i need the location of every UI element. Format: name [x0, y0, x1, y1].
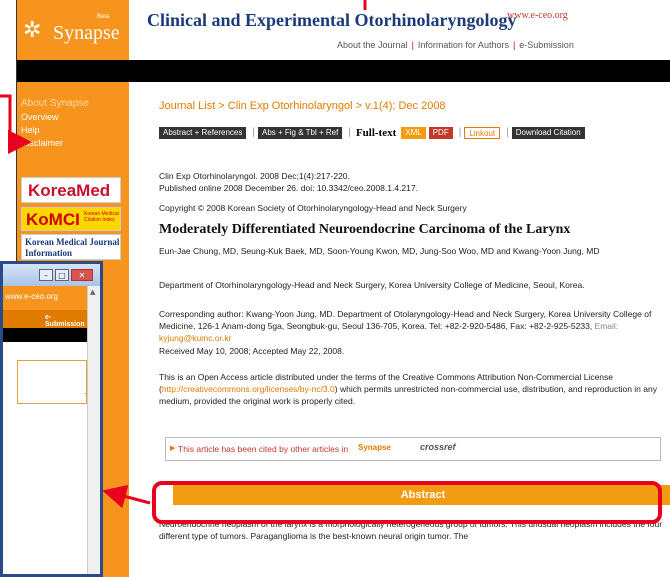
nav-separator: | — [512, 40, 516, 50]
scroll-up-icon[interactable]: ▲ — [90, 288, 95, 296]
journal-title[interactable]: Clinical and Experimental Otorhinolaryng… — [147, 10, 517, 31]
corresponding-author: Corresponding author: Kwang-Yoon Jung, M… — [159, 308, 670, 344]
arrow-right-icon: ▶ — [170, 445, 176, 452]
popup-content-box: . — [17, 360, 87, 404]
popup-body: www.e-ceo.org e-Submission . — [3, 286, 87, 574]
popup-black-bar — [3, 328, 87, 342]
linkout-button[interactable]: Linkout — [464, 126, 501, 139]
popup-url[interactable]: www.e-ceo.org — [5, 292, 58, 301]
department-line: Department of Otorhinolaryngology-Head a… — [159, 280, 585, 290]
popup-scrollbar[interactable]: ▲ — [87, 286, 100, 574]
popup-dot: . — [84, 387, 87, 396]
popup-header: www.e-ceo.org — [3, 286, 87, 310]
cited-by-text: This article has been cited by other art… — [178, 444, 349, 454]
nav-e-submission[interactable]: e-Submission — [519, 40, 574, 50]
top-nav: About the Journal | Information for Author… — [337, 40, 574, 50]
corresponding-text: Corresponding author: Kwang-Yoon Jung, M… — [159, 309, 652, 331]
article-title: Moderately Differentiated Neuroendocrine… — [159, 222, 571, 237]
maximize-icon[interactable]: □ — [55, 269, 69, 281]
popup-nav: e-Submission — [3, 310, 87, 328]
nav-separator: | — [411, 40, 414, 50]
black-menu-bar — [17, 60, 670, 82]
cited-by-box: ▶ This article has been cited by other a… — [165, 437, 661, 461]
koreamed-label: KoreaMed — [28, 181, 111, 200]
komci-small-label: Korean Medical Citation Index — [84, 211, 119, 223]
popup-e-submission[interactable]: e-Submission — [45, 314, 87, 328]
kmji-logo[interactable]: Korean Medical Journal Information — [21, 234, 121, 260]
email-label: Email: — [594, 321, 619, 331]
tab-abstract-references[interactable]: Abstract + References — [159, 126, 247, 139]
copyright-text: Copyright © 2008 Korean Society of Otorh… — [159, 203, 467, 213]
tab-separator: | — [348, 127, 351, 139]
sidebar-item-overview[interactable]: Overview — [21, 112, 59, 122]
received-dates: Received May 10, 2008; Accepted May 22, … — [159, 346, 345, 356]
tab-fulltext[interactable]: Full-text — [353, 126, 399, 139]
published-text: Published online 2008 December 26. doi: … — [159, 183, 418, 193]
popup-window: – □ ✕ www.e-ceo.org e-Submission . ▲ — [0, 261, 103, 577]
sidebar-item-help[interactable]: Help — [21, 125, 40, 135]
tab-separator: | — [252, 127, 255, 139]
logo-word: Synapse — [53, 22, 120, 44]
email-link[interactable]: kyjung@kumc.or.kr — [159, 333, 231, 343]
close-icon[interactable]: ✕ — [71, 269, 93, 281]
synapse-cited-button[interactable]: Synapse — [358, 443, 391, 452]
citation-block: Clin Exp Otorhinolaryngol. 2008 Dec;1(4)… — [159, 170, 418, 194]
synapse-logo[interactable]: ✲ Synapse Beta — [17, 0, 129, 60]
download-citation-button[interactable]: Download Citation — [511, 126, 585, 139]
komci-label: KoMCI — [26, 210, 80, 229]
article-tabs: Abstract + References | Abs + Fig & Tbl + … — [159, 124, 588, 139]
koreamed-logo[interactable]: KoreaMed — [21, 177, 121, 203]
nav-about-journal[interactable]: About the Journal — [337, 40, 408, 50]
minimize-icon[interactable]: – — [39, 269, 53, 281]
breadcrumb[interactable]: Journal List > Clin Exp Otorhinolaryngol… — [159, 100, 446, 112]
tab-separator: | — [506, 127, 509, 139]
authors-line[interactable]: Eun-Jae Chung, MD, Seung-Kuk Baek, MD, S… — [159, 245, 669, 257]
sidebar-item-disclaimer[interactable]: Disclaimer — [21, 138, 63, 148]
xml-button[interactable]: XML — [401, 126, 426, 139]
annotation-highlight-box — [152, 481, 662, 524]
license-link[interactable]: http://creativecommons.org/licenses/by-n… — [162, 384, 335, 394]
nav-info-authors[interactable]: Information for Authors — [418, 40, 509, 50]
license-text: This is an Open Access article distribut… — [159, 371, 669, 407]
synapse-star-icon: ✲ — [23, 18, 42, 43]
journal-url[interactable]: www.e-ceo.org — [507, 10, 568, 21]
crossref-cited-button[interactable]: crossref — [420, 442, 456, 452]
popup-titlebar[interactable]: – □ ✕ — [3, 264, 100, 286]
site-header: ✲ Synapse Beta Clinical and Experimental… — [17, 0, 670, 60]
tab-abs-fig-tbl-ref[interactable]: Abs + Fig & Tbl + Ref — [257, 126, 343, 139]
pdf-button[interactable]: PDF — [428, 126, 453, 139]
kmji-label: Korean Medical Journal Information — [25, 237, 120, 258]
komci-logo[interactable]: KoMCI Korean Medical Citation Index — [21, 207, 121, 231]
logo-beta: Beta — [97, 14, 110, 20]
citation-text: Clin Exp Otorhinolaryngol. 2008 Dec;1(4)… — [159, 171, 350, 181]
tab-separator: | — [458, 127, 462, 139]
sidebar-heading: About Synapse — [21, 98, 89, 109]
